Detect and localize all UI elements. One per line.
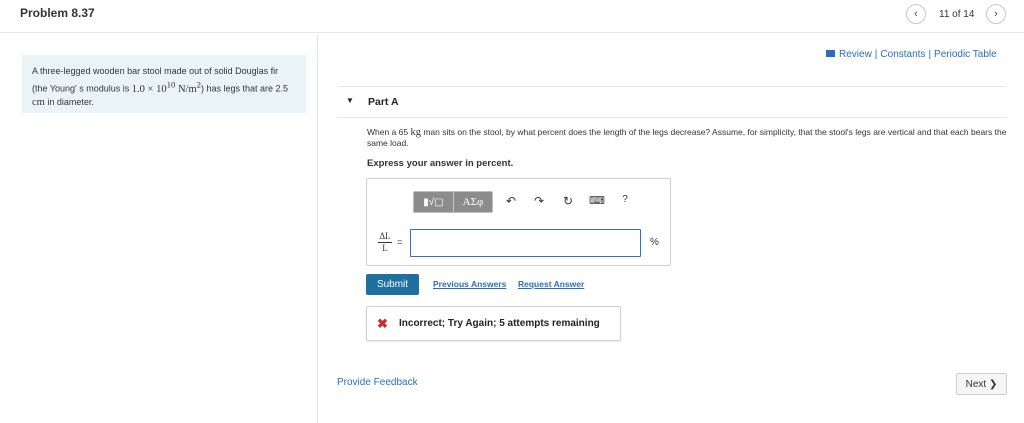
percent-unit: % [650, 237, 659, 248]
mass-unit: kg [410, 127, 421, 138]
review-icon [826, 50, 835, 57]
math-toolbar: ▮√▢ ΑΣφ [413, 191, 493, 213]
top-bar: Problem 8.37 ‹ 11 of 14 › [0, 0, 1024, 33]
answer-instruction: Express your answer in percent. [367, 158, 514, 169]
incorrect-icon: ✖ [377, 316, 388, 331]
delta-l-over-l-label: ΔL L [378, 231, 392, 253]
equals-sign: = [397, 237, 403, 247]
help-icon[interactable]: ? [617, 194, 633, 205]
problem-context: A three-legged wooden bar stool made out… [22, 55, 306, 113]
separator: | [874, 49, 878, 60]
request-answer-link[interactable]: Request Answer [518, 279, 584, 289]
question-text: When a 65 kg man sits on the stool, by w… [367, 127, 1007, 148]
next-button[interactable]: Next ❯ [956, 373, 1007, 395]
separator: | [928, 49, 932, 60]
diameter-unit: cm [32, 96, 45, 108]
feedback-message: ✖ Incorrect; Try Again; 5 attempts remai… [366, 306, 621, 341]
answer-input[interactable] [410, 229, 641, 257]
symbols-button[interactable]: ΑΣφ [454, 192, 492, 212]
column-divider [317, 34, 318, 423]
next-problem-button[interactable]: › [986, 4, 1006, 24]
periodic-table-link[interactable]: Periodic Table [934, 49, 997, 60]
redo-icon[interactable]: ↷ [531, 194, 547, 208]
context-text-2: ) has legs that are 2.5 [201, 83, 289, 94]
constants-link[interactable]: Constants [880, 49, 925, 60]
templates-button[interactable]: ▮√▢ [414, 192, 454, 212]
youngs-modulus-value: 1.0 × 1010 N/m2 [131, 79, 202, 95]
feedback-text: Incorrect; Try Again; 5 attempts remaini… [399, 318, 600, 329]
provide-feedback-link[interactable]: Provide Feedback [337, 377, 418, 388]
resource-links: Review | Constants | Periodic Table [826, 49, 997, 60]
previous-answers-link[interactable]: Previous Answers [433, 279, 506, 289]
part-title: Part A [368, 96, 399, 108]
reset-icon[interactable]: ↻ [560, 194, 576, 208]
part-a-header[interactable]: ▼ Part A [337, 86, 1007, 118]
keyboard-icon[interactable]: ⌨ [589, 194, 605, 207]
caret-down-icon[interactable]: ▼ [346, 96, 354, 105]
undo-icon[interactable]: ↶ [503, 194, 519, 208]
problem-counter: 11 of 14 [939, 9, 975, 20]
review-link[interactable]: Review [839, 49, 872, 60]
problem-title: Problem 8.37 [20, 6, 95, 20]
context-text-3: in diameter. [44, 96, 94, 107]
submit-button[interactable]: Submit [366, 274, 419, 295]
answer-panel: ▮√▢ ΑΣφ ↶ ↷ ↻ ⌨ ? ΔL L = % [366, 178, 671, 266]
previous-problem-button[interactable]: ‹ [906, 4, 926, 24]
